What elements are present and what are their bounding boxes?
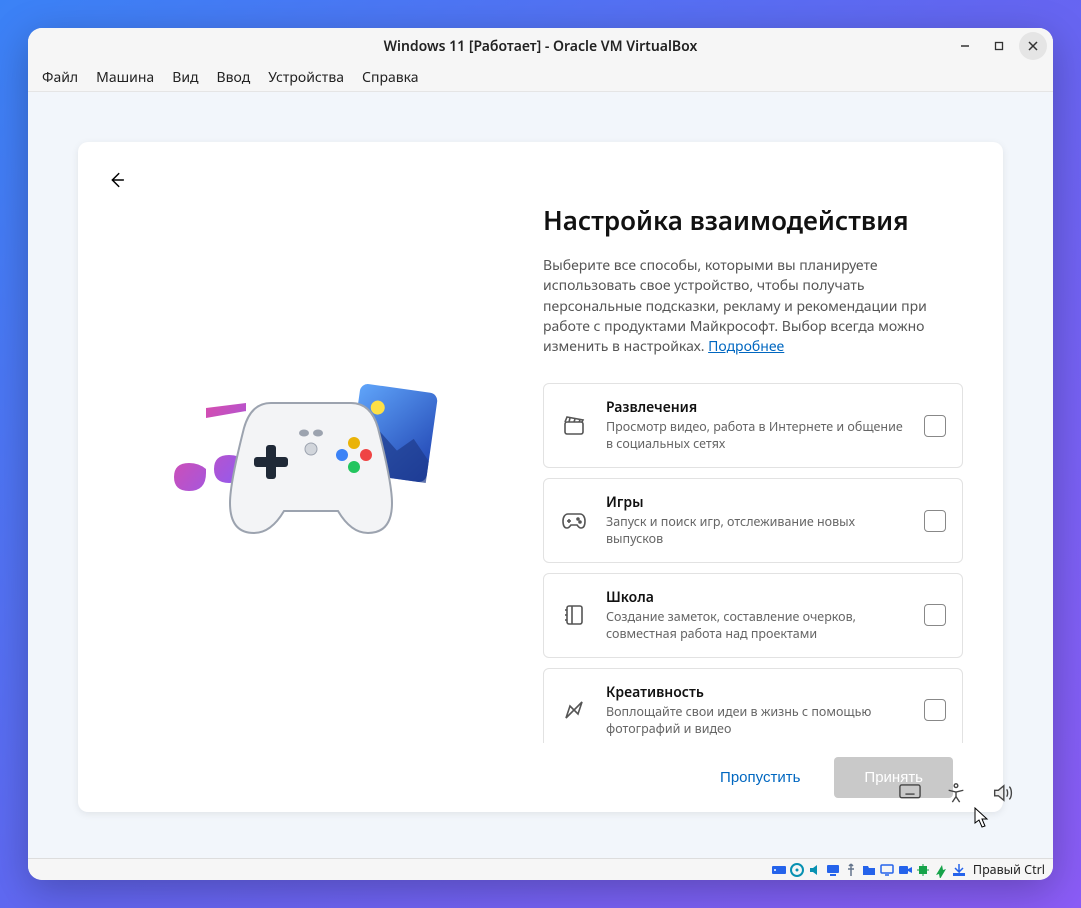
option-desc: Создание заметок, составление очерков, с… <box>606 609 906 643</box>
pen-brush-icon <box>560 696 588 724</box>
sb-network-icon[interactable] <box>825 862 841 878</box>
back-button[interactable] <box>100 164 132 196</box>
sb-audio-icon[interactable] <box>807 862 823 878</box>
window-controls <box>951 32 1047 60</box>
option-title: Креативность <box>606 683 906 702</box>
oobe-body: Настройка взаимодействия Выберите все сп… <box>78 142 1003 743</box>
sb-display-icon[interactable] <box>879 862 895 878</box>
vbox-statusbar: Правый Ctrl <box>28 858 1053 880</box>
menu-help[interactable]: Справка <box>354 66 427 89</box>
close-button[interactable] <box>1019 32 1047 60</box>
learn-more-link[interactable]: Подробнее <box>708 337 784 356</box>
guest-display: Настройка взаимодействия Выберите все сп… <box>28 92 1053 858</box>
oobe-illustration <box>118 202 503 743</box>
oobe-right-column: Настройка взаимодействия Выберите все сп… <box>543 202 963 743</box>
option-checkbox[interactable] <box>924 604 946 626</box>
options-list: Развлечения Просмотр видео, работа в Инт… <box>543 383 963 743</box>
sb-cpu-icon[interactable] <box>915 862 931 878</box>
menubar: Файл Машина Вид Ввод Устройства Справка <box>28 64 1053 92</box>
option-desc: Воплощайте свои идеи в жизнь с помощью ф… <box>606 704 906 738</box>
option-title: Развлечения <box>606 398 906 417</box>
minimize-button[interactable] <box>951 32 979 60</box>
option-checkbox[interactable] <box>924 699 946 721</box>
option-text: Креативность Воплощайте свои идеи в жизн… <box>606 683 906 738</box>
option-gaming[interactable]: Игры Запуск и поиск игр, отслеживание но… <box>543 478 963 563</box>
keyboard-icon[interactable] <box>899 782 921 804</box>
option-title: Школа <box>606 588 906 607</box>
option-text: Развлечения Просмотр видео, работа в Инт… <box>606 398 906 453</box>
volume-icon[interactable] <box>991 782 1013 804</box>
guest-tray <box>899 782 1013 804</box>
menu-machine[interactable]: Машина <box>88 66 162 89</box>
menu-input[interactable]: Ввод <box>209 66 259 89</box>
menu-view[interactable]: Вид <box>164 66 206 89</box>
notebook-icon <box>560 601 588 629</box>
oobe-heading: Настройка взаимодействия <box>543 202 963 238</box>
skip-button[interactable]: Пропустить <box>704 759 816 796</box>
oobe-card: Настройка взаимодействия Выберите все сп… <box>78 142 1003 812</box>
virtualbox-window: Windows 11 [Работает] - Oracle VM Virtua… <box>28 28 1053 880</box>
option-checkbox[interactable] <box>924 415 946 437</box>
option-checkbox[interactable] <box>924 510 946 532</box>
accessibility-icon[interactable] <box>945 782 967 804</box>
sb-recording-icon[interactable] <box>897 862 913 878</box>
option-text: Школа Создание заметок, составление очер… <box>606 588 906 643</box>
option-school[interactable]: Школа Создание заметок, составление очер… <box>543 573 963 658</box>
option-text: Игры Запуск и поиск игр, отслеживание но… <box>606 493 906 548</box>
menu-devices[interactable]: Устройства <box>260 66 352 89</box>
clapperboard-icon <box>560 412 588 440</box>
menu-file[interactable]: Файл <box>34 66 86 89</box>
sb-hostkey-icon[interactable] <box>951 862 967 878</box>
gamepad-icon <box>560 507 588 535</box>
option-desc: Запуск и поиск игр, отслеживание новых в… <box>606 514 906 548</box>
sb-optical-icon[interactable] <box>789 862 805 878</box>
sb-mouse-integration-icon[interactable] <box>933 862 949 878</box>
hostkey-label: Правый Ctrl <box>973 861 1045 878</box>
sb-shared-folders-icon[interactable] <box>861 862 877 878</box>
titlebar: Windows 11 [Работает] - Oracle VM Virtua… <box>28 28 1053 64</box>
oobe-footer: Пропустить Принять <box>78 743 1003 812</box>
option-desc: Просмотр видео, работа в Интернете и общ… <box>606 419 906 453</box>
option-entertainment[interactable]: Развлечения Просмотр видео, работа в Инт… <box>543 383 963 468</box>
option-creativity[interactable]: Креативность Воплощайте свои идеи в жизн… <box>543 668 963 744</box>
maximize-button[interactable] <box>985 32 1013 60</box>
sb-usb-icon[interactable] <box>843 862 859 878</box>
oobe-subtext: Выберите все способы, которыми вы планир… <box>543 256 963 357</box>
sb-harddisk-icon[interactable] <box>771 862 787 878</box>
option-title: Игры <box>606 493 906 512</box>
window-title: Windows 11 [Работает] - Oracle VM Virtua… <box>384 37 698 56</box>
